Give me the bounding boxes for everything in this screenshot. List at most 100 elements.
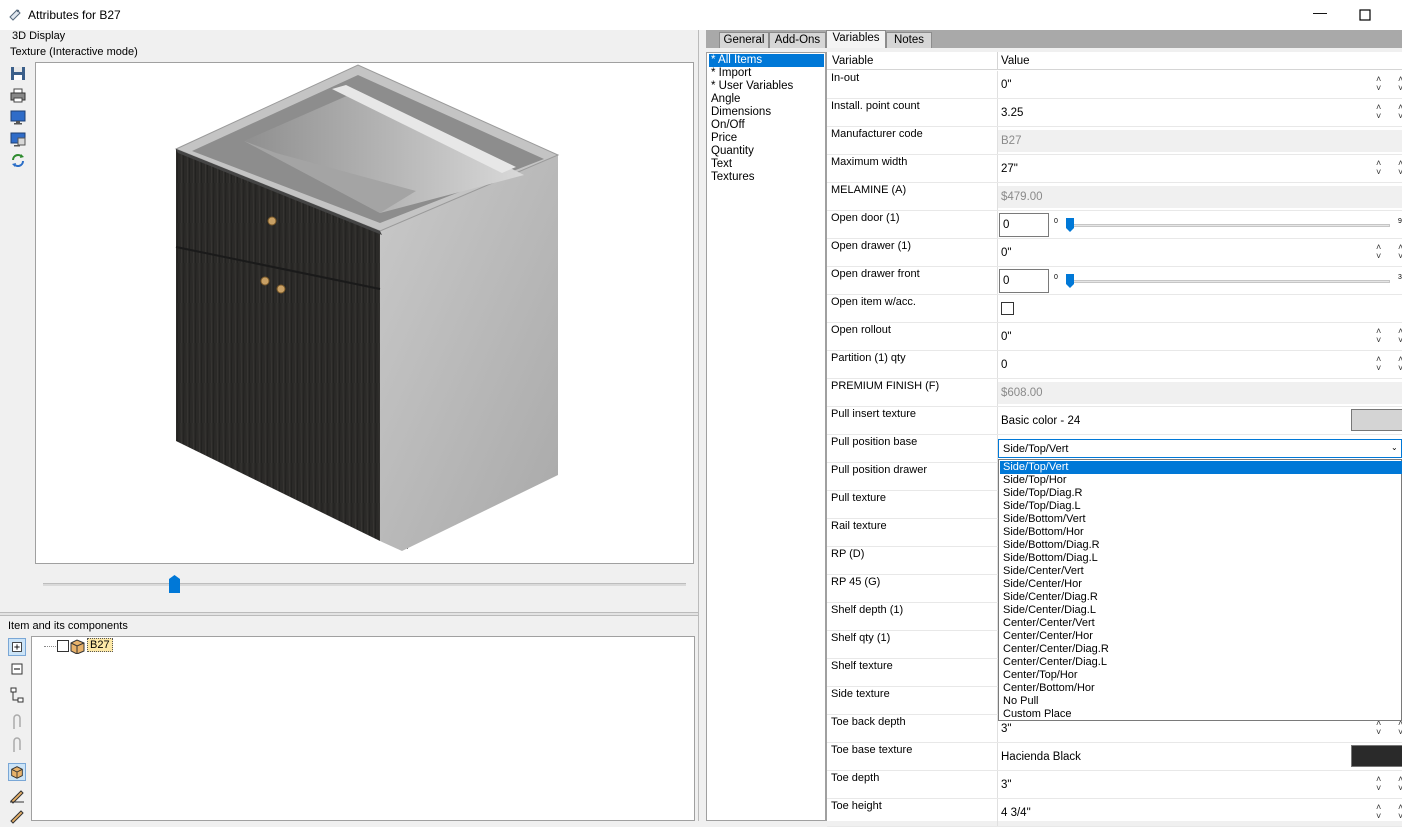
- variable-row[interactable]: Manufacturer code B27: [827, 127, 1402, 155]
- variable-value[interactable]: 3": [1001, 723, 1011, 735]
- variable-row[interactable]: PREMIUM FINISH (F) $608.00: [827, 379, 1402, 407]
- variable-value-cell[interactable]: Basic color - 24: [997, 407, 1402, 434]
- spin-down-icon[interactable]: ˅: [1398, 812, 1402, 821]
- spin-buttons-secondary[interactable]: ˄ ˅: [1398, 355, 1402, 375]
- 3d-viewport[interactable]: [35, 62, 694, 564]
- variable-value-cell[interactable]: 0" ˄ ˅ ˄ ˅: [997, 71, 1402, 98]
- expand-all-icon[interactable]: [8, 638, 26, 656]
- spin-buttons[interactable]: ˄ ˅: [1376, 159, 1400, 179]
- pencil-alt-icon[interactable]: [8, 808, 26, 826]
- variable-row[interactable]: Partition (1) qty 0 ˄ ˅ ˄ ˅: [827, 351, 1402, 379]
- variable-row[interactable]: In-out 0" ˄ ˅ ˄ ˅: [827, 71, 1402, 99]
- dropdown-option[interactable]: Side/Bottom/Vert: [1000, 513, 1402, 526]
- spin-down-icon[interactable]: ˅: [1376, 728, 1400, 737]
- variable-category-list[interactable]: * All Items * Import * User Variables An…: [706, 52, 826, 821]
- variable-value-cell[interactable]: Hacienda Black: [997, 743, 1402, 770]
- spin-buttons[interactable]: ˄ ˅: [1376, 327, 1400, 347]
- texture-swatch[interactable]: [1351, 745, 1402, 767]
- variable-value-cell[interactable]: 00 35: [997, 267, 1402, 294]
- variable-value-cell[interactable]: 0" ˄ ˅ ˄ ˅: [997, 239, 1402, 266]
- category-price[interactable]: Price: [709, 132, 737, 145]
- variable-row[interactable]: MELAMINE (A) $479.00: [827, 183, 1402, 211]
- vertical-splitter[interactable]: [698, 30, 706, 821]
- dropdown-option[interactable]: No Pull: [1000, 695, 1402, 708]
- refresh-icon[interactable]: [10, 153, 26, 168]
- dropdown-option[interactable]: Side/Center/Diag.R: [1000, 591, 1402, 604]
- spin-down-icon[interactable]: ˅: [1398, 728, 1402, 737]
- variable-value[interactable]: 27": [1001, 163, 1018, 175]
- variable-row[interactable]: Toe base texture Hacienda Black: [827, 743, 1402, 771]
- dropdown-option[interactable]: Center/Center/Diag.L: [1000, 656, 1402, 669]
- monitor-settings-icon[interactable]: [10, 132, 26, 147]
- dropdown-option[interactable]: Side/Top/Hor: [1000, 474, 1402, 487]
- variable-value-cell[interactable]: B27: [997, 127, 1402, 154]
- spin-buttons-secondary[interactable]: ˄ ˅: [1398, 75, 1402, 95]
- spin-down-icon[interactable]: ˅: [1398, 784, 1402, 793]
- slider-thumb[interactable]: [1066, 274, 1074, 288]
- variable-row[interactable]: Open drawer front 00 35: [827, 267, 1402, 295]
- category-import[interactable]: * Import: [709, 67, 751, 80]
- slider-thumb[interactable]: [1066, 218, 1074, 232]
- spin-buttons-secondary[interactable]: ˄ ˅: [1398, 159, 1402, 179]
- variable-row[interactable]: Install. point count 3.25 ˄ ˅ ˄ ˅: [827, 99, 1402, 127]
- print-icon[interactable]: [10, 88, 26, 103]
- spin-down-icon[interactable]: ˅: [1398, 336, 1402, 345]
- spin-buttons-secondary[interactable]: ˄ ˅: [1398, 327, 1402, 347]
- spin-down-icon[interactable]: ˅: [1376, 168, 1400, 177]
- pull-position-base-select[interactable]: Side/Top/Vert ⌄: [998, 439, 1402, 458]
- tree-structure-icon[interactable]: [8, 686, 26, 704]
- clip-disabled-icon[interactable]: [8, 736, 26, 754]
- category-textures[interactable]: Textures: [709, 171, 754, 184]
- chevron-down-icon[interactable]: ⌄: [1391, 443, 1398, 452]
- dropdown-option[interactable]: Side/Bottom/Diag.L: [1000, 552, 1402, 565]
- spin-buttons-secondary[interactable]: ˄ ˅: [1398, 103, 1402, 123]
- dropdown-option[interactable]: Center/Center/Diag.R: [1000, 643, 1402, 656]
- pencil-icon[interactable]: [8, 786, 26, 804]
- variable-value[interactable]: 0: [1001, 359, 1007, 371]
- spin-down-icon[interactable]: ˅: [1376, 84, 1400, 93]
- dropdown-option[interactable]: Side/Bottom/Diag.R: [1000, 539, 1402, 552]
- category-on-off[interactable]: On/Off: [709, 119, 745, 132]
- spin-buttons[interactable]: ˄ ˅: [1376, 103, 1400, 123]
- spin-down-icon[interactable]: ˅: [1376, 336, 1400, 345]
- numeric-input[interactable]: 0: [999, 213, 1049, 237]
- texture-swatch[interactable]: [1351, 409, 1402, 431]
- zoom-slider-track[interactable]: [43, 583, 686, 586]
- variable-value-cell[interactable]: 0 ˄ ˅ ˄ ˅: [997, 351, 1402, 378]
- spin-down-icon[interactable]: ˅: [1398, 252, 1402, 261]
- dropdown-option[interactable]: Side/Top/Diag.R: [1000, 487, 1402, 500]
- tab-variables[interactable]: Variables: [826, 30, 886, 48]
- spin-down-icon[interactable]: ˅: [1398, 168, 1402, 177]
- tab-notes[interactable]: Notes: [886, 32, 932, 48]
- box-3d-icon[interactable]: [8, 763, 26, 781]
- variable-row[interactable]: Open item w/acc.: [827, 295, 1402, 323]
- tree-item-checkbox[interactable]: [57, 640, 69, 652]
- variable-row[interactable]: Open rollout 0" ˄ ˅ ˄ ˅: [827, 323, 1402, 351]
- variable-row[interactable]: Open door (1) 0 0 9: [827, 211, 1402, 239]
- spin-buttons[interactable]: ˄ ˅: [1376, 803, 1400, 823]
- dropdown-option[interactable]: Center/Center/Vert: [1000, 617, 1402, 630]
- tree-item-label[interactable]: B27: [87, 638, 113, 652]
- save-icon[interactable]: [10, 66, 26, 81]
- dropdown-option[interactable]: Side/Center/Hor: [1000, 578, 1402, 591]
- slider-track[interactable]: [1068, 280, 1390, 283]
- category-user-variables[interactable]: * User Variables: [709, 80, 793, 93]
- dropdown-option[interactable]: Center/Bottom/Hor: [1000, 682, 1402, 695]
- dropdown-option[interactable]: Side/Center/Diag.L: [1000, 604, 1402, 617]
- spin-buttons-secondary[interactable]: ˄ ˅: [1398, 243, 1402, 263]
- maximize-button[interactable]: [1345, 4, 1385, 26]
- minimize-button[interactable]: —: [1300, 4, 1340, 26]
- dropdown-option[interactable]: Custom Place: [1000, 708, 1402, 721]
- component-tree[interactable]: B27: [31, 636, 695, 821]
- variable-row[interactable]: Toe height 4 3/4" ˄ ˅ ˄ ˅: [827, 799, 1402, 827]
- variable-value[interactable]: 3": [1001, 779, 1011, 791]
- column-header-variable[interactable]: Variable: [832, 55, 873, 67]
- variable-value-cell[interactable]: 0" ˄ ˅ ˄ ˅: [997, 323, 1402, 350]
- variable-value-cell[interactable]: 4 3/4" ˄ ˅ ˄ ˅: [997, 799, 1402, 826]
- spin-buttons-secondary[interactable]: ˄ ˅: [1398, 719, 1402, 739]
- tab-general[interactable]: General: [719, 32, 769, 48]
- spin-down-icon[interactable]: ˅: [1376, 364, 1400, 373]
- collapse-all-icon[interactable]: [8, 660, 26, 678]
- variable-value[interactable]: 0": [1001, 331, 1011, 343]
- spin-down-icon[interactable]: ˅: [1398, 364, 1402, 373]
